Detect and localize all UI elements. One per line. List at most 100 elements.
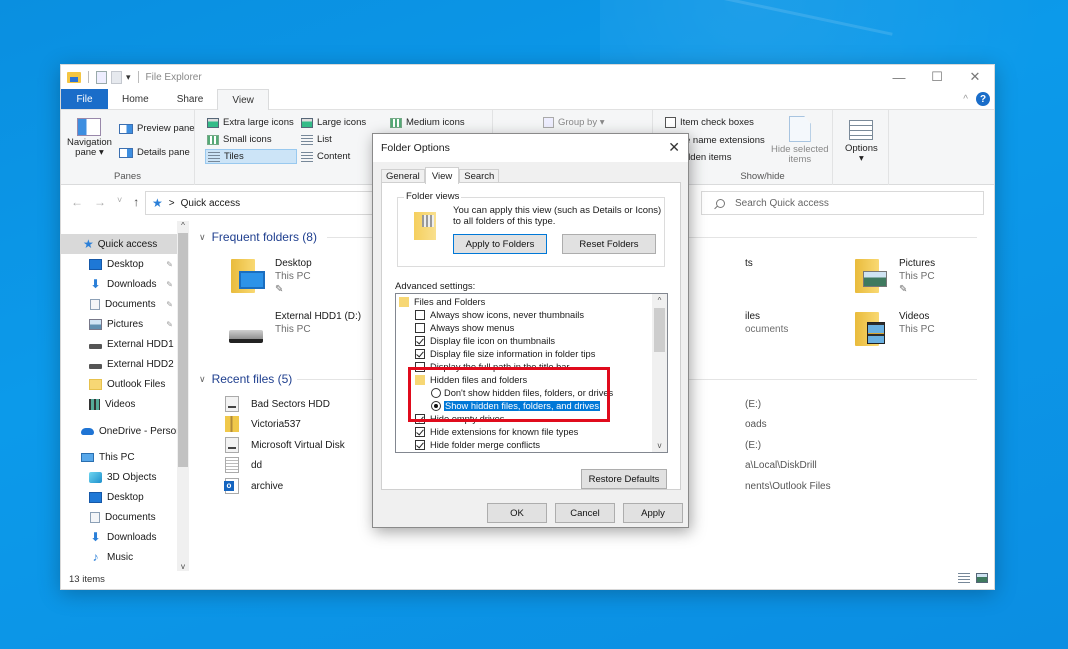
properties-icon[interactable] xyxy=(96,70,107,84)
cancel-button[interactable]: Cancel xyxy=(555,503,615,523)
recent-file-row[interactable]: dd xyxy=(225,457,262,473)
frequent-folder-tile[interactable]: Videos This PC xyxy=(851,310,935,350)
nav-item-3d-objects[interactable]: 3D Objects xyxy=(61,467,177,487)
settings-scrollbar[interactable]: ^ v xyxy=(652,294,667,452)
scrollbar-thumb[interactable] xyxy=(178,233,188,467)
scroll-down-arrow[interactable]: v xyxy=(652,441,667,450)
setting-always-show-icons[interactable]: Always show icons, never thumbnails xyxy=(415,308,584,321)
recent-file-row[interactable]: archive xyxy=(224,478,283,494)
frequent-folders-header[interactable]: ∨ Frequent folders (8) xyxy=(199,230,317,244)
nav-item-onedrive[interactable]: OneDrive - Persor xyxy=(61,421,177,441)
tile-location: This PC xyxy=(899,324,935,335)
scroll-up-arrow[interactable]: ^ xyxy=(177,221,189,230)
hidden-items-checkbox[interactable]: dden items xyxy=(685,152,731,163)
forward-button[interactable]: → xyxy=(94,195,106,209)
layout-list[interactable]: List xyxy=(301,134,332,145)
breadcrumb-quick-access[interactable]: Quick access xyxy=(181,198,240,209)
nav-item-this-pc[interactable]: This PC xyxy=(61,447,177,467)
nav-item-quick-access[interactable]: ★ Quick access xyxy=(61,234,177,254)
reset-folders-button[interactable]: Reset Folders xyxy=(562,234,656,254)
large-icons-view-icon[interactable] xyxy=(976,573,988,583)
scroll-up-arrow[interactable]: ^ xyxy=(652,296,667,305)
recent-file-row[interactable]: Microsoft Virtual Disk xyxy=(225,437,345,453)
details-pane-button[interactable]: Details pane xyxy=(119,147,190,158)
new-folder-icon[interactable] xyxy=(111,70,122,84)
frequent-folder-tile[interactable]: Pictures This PC ✎ xyxy=(851,257,935,297)
navigation-pane-button[interactable]: Navigation pane ▾ xyxy=(67,118,112,158)
checkbox[interactable] xyxy=(415,309,425,320)
options-button[interactable]: Options ▾ xyxy=(845,120,878,164)
group-by-button[interactable]: Group by ▾ xyxy=(543,117,604,128)
recent-locations-button[interactable]: ˅ xyxy=(117,195,122,209)
frequent-folder-tile[interactable]: Desktop This PC ✎ xyxy=(227,257,312,297)
checkbox-checked[interactable] xyxy=(415,348,425,359)
nav-item-external-hdd2[interactable]: External HDD2 (E xyxy=(61,354,177,374)
nav-item-documents[interactable]: Documents ✎ xyxy=(61,294,177,314)
tab-share[interactable]: Share xyxy=(163,89,218,109)
setting-display-file-icon[interactable]: Display file icon on thumbnails xyxy=(415,334,555,347)
scrollbar-thumb[interactable] xyxy=(654,308,665,352)
recent-files-header[interactable]: ∨ Recent files (5) xyxy=(199,372,292,386)
preview-pane-button[interactable]: Preview pane xyxy=(119,123,195,134)
minimize-button[interactable]: — xyxy=(880,65,918,89)
checkbox-checked[interactable] xyxy=(415,335,425,346)
small-icons-icon xyxy=(207,134,219,145)
nav-item-downloads[interactable]: ⬇ Downloads ✎ xyxy=(61,274,177,294)
customize-toolbar-icon[interactable]: ▾ xyxy=(126,72,131,83)
details-view-icon[interactable] xyxy=(958,573,970,583)
restore-defaults-button[interactable]: Restore Defaults xyxy=(581,469,667,489)
maximize-button[interactable]: ☐ xyxy=(918,65,956,89)
apply-button[interactable]: Apply xyxy=(623,503,683,523)
nav-item-outlook-files[interactable]: Outlook Files xyxy=(61,374,177,394)
setting-hide-extensions[interactable]: Hide extensions for known file types xyxy=(415,425,578,438)
tab-view[interactable]: View xyxy=(424,167,460,184)
layout-content[interactable]: Content xyxy=(301,151,350,162)
checkbox-checked[interactable] xyxy=(415,439,425,450)
setting-display-file-size[interactable]: Display file size information in folder … xyxy=(415,347,595,360)
tab-search[interactable]: Search xyxy=(459,169,500,183)
checkbox[interactable] xyxy=(415,322,425,333)
ok-button[interactable]: OK xyxy=(487,503,547,523)
layout-large-icons[interactable]: Large icons xyxy=(301,117,366,128)
frequent-folder-tile[interactable]: ts xyxy=(745,257,753,270)
file-name-extensions-checkbox[interactable]: e name extensions xyxy=(685,135,765,146)
nav-item-desktop-pc[interactable]: Desktop xyxy=(61,487,177,507)
layout-extra-large-icons[interactable]: Extra large icons xyxy=(207,117,294,128)
up-button[interactable]: ↑ xyxy=(133,195,139,209)
layout-medium-icons[interactable]: Medium icons xyxy=(390,117,465,128)
recent-file-row[interactable]: Victoria537 xyxy=(225,416,301,432)
apply-to-folders-button[interactable]: Apply to Folders xyxy=(453,234,547,254)
checkbox-checked[interactable] xyxy=(415,426,425,437)
recent-file-row[interactable]: Bad Sectors HDD xyxy=(225,396,330,412)
layout-small-icons[interactable]: Small icons xyxy=(207,134,272,145)
nav-pane-scrollbar[interactable]: ^ v xyxy=(177,221,189,571)
help-icon[interactable]: ? xyxy=(976,92,990,106)
nav-item-pictures[interactable]: Pictures ✎ xyxy=(61,314,177,334)
nav-item-external-hdd1[interactable]: External HDD1 (D xyxy=(61,334,177,354)
layout-tiles[interactable]: Tiles xyxy=(205,149,297,164)
tab-general[interactable]: General xyxy=(381,169,425,183)
folder-views-description: You can apply this view (such as Details… xyxy=(453,205,662,227)
address-bar[interactable]: ★ > Quick access xyxy=(145,191,375,215)
setting-always-show-menus[interactable]: Always show menus xyxy=(415,321,514,334)
hide-selected-items-button[interactable]: Hide selected items xyxy=(771,116,829,165)
tab-file[interactable]: File xyxy=(61,89,108,109)
search-input[interactable]: Search Quick access xyxy=(701,191,984,215)
dialog-close-button[interactable]: ✕ xyxy=(668,139,680,156)
close-button[interactable]: ✕ xyxy=(956,65,994,89)
ribbon-group-options: Options ▾ xyxy=(833,110,889,185)
nav-item-downloads-pc[interactable]: ⬇ Downloads xyxy=(61,527,177,547)
item-check-boxes-checkbox[interactable]: Item check boxes xyxy=(665,117,754,128)
back-button[interactable]: ← xyxy=(71,195,83,209)
setting-hide-merge-conflicts[interactable]: Hide folder merge conflicts xyxy=(415,438,540,451)
nav-item-desktop[interactable]: Desktop ✎ xyxy=(61,254,177,274)
nav-item-videos[interactable]: Videos xyxy=(61,394,177,414)
tab-view[interactable]: View xyxy=(217,89,269,110)
collapse-ribbon-icon[interactable]: ^ xyxy=(963,94,968,105)
tab-home[interactable]: Home xyxy=(108,89,163,109)
frequent-folder-tile[interactable]: iles ocuments xyxy=(745,310,788,336)
frequent-folder-tile[interactable]: External HDD1 (D:) This PC xyxy=(227,310,361,350)
nav-item-documents-pc[interactable]: Documents xyxy=(61,507,177,527)
separator xyxy=(88,71,89,83)
nav-item-music[interactable]: ♪ Music xyxy=(61,547,177,567)
